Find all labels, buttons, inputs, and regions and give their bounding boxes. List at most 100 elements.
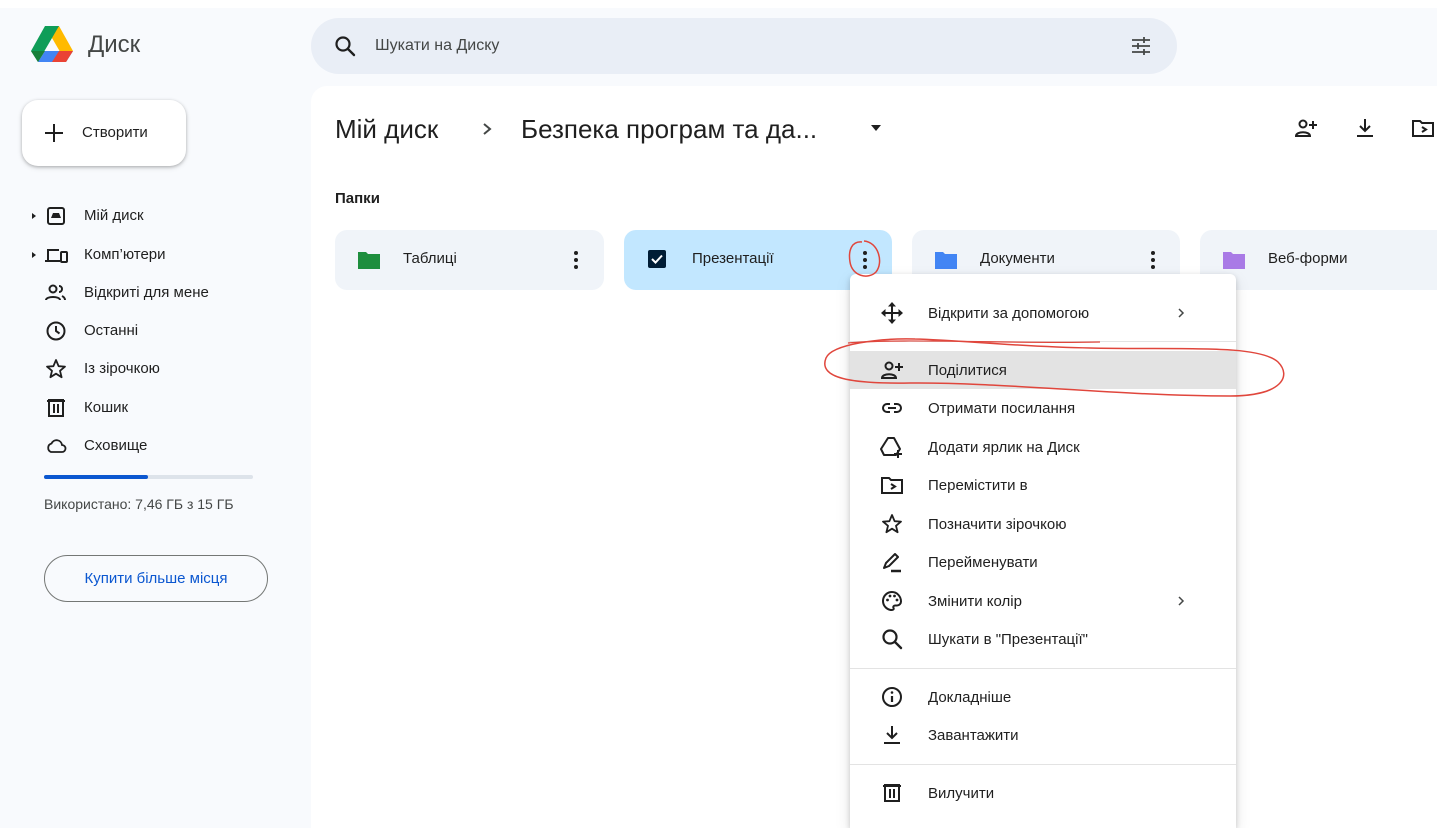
menu-item-label: Завантажити xyxy=(928,727,1019,744)
menu-divider xyxy=(850,341,1236,342)
drive-logo-icon[interactable] xyxy=(30,24,74,64)
more-vert-icon[interactable] xyxy=(564,248,588,272)
cloud-icon xyxy=(47,439,67,453)
folder-name: Документи xyxy=(980,250,1055,267)
context-menu: Відкрити за допомогою Поділитися Отримат… xyxy=(850,274,1236,828)
sidebar-item-shared[interactable]: Відкриті для мене xyxy=(30,277,290,309)
menu-item-label: Додати ярлик на Диск xyxy=(928,439,1080,456)
share-icon xyxy=(880,361,903,379)
more-vert-icon[interactable] xyxy=(853,248,877,272)
menu-item-open-with[interactable]: Відкрити за допомогою xyxy=(850,294,1236,332)
chevron-right-icon xyxy=(1178,596,1185,606)
sidebar-item-starred[interactable]: Із зірочкою xyxy=(30,353,290,385)
info-icon xyxy=(882,687,902,707)
menu-item-label: Перемістити в xyxy=(928,477,1028,494)
app-title: Диск xyxy=(88,31,141,58)
storage-bar-fill xyxy=(44,475,148,479)
breadcrumb-current[interactable]: Безпека програм та да... xyxy=(521,114,817,145)
sidebar-item-my-drive[interactable]: Мій диск xyxy=(30,200,290,232)
menu-item-change-color[interactable]: Змінити колір xyxy=(850,582,1236,620)
check-icon xyxy=(651,254,663,264)
search-icon[interactable] xyxy=(333,34,357,58)
sidebar-item-label: Останні xyxy=(84,322,139,339)
menu-item-download[interactable]: Завантажити xyxy=(850,716,1236,754)
sidebar-item-label: Із зірочкою xyxy=(84,360,160,377)
sidebar-item-label: Сховище xyxy=(84,437,148,454)
folder-icon xyxy=(1223,252,1245,269)
more-vert-icon[interactable] xyxy=(1141,248,1165,272)
move-icon[interactable] xyxy=(1411,116,1435,140)
menu-item-label: Отримати посилання xyxy=(928,400,1076,417)
expand-caret-icon[interactable] xyxy=(30,210,38,222)
trash-icon xyxy=(47,399,65,417)
star-icon xyxy=(46,359,66,379)
menu-divider xyxy=(850,764,1236,765)
sidebar-item-label: Кошик xyxy=(84,399,129,416)
menu-item-label: Позначити зірочкою xyxy=(928,516,1067,533)
tune-icon[interactable] xyxy=(1129,34,1153,58)
clock-icon xyxy=(46,321,66,341)
menu-item-label: Відкрити за допомогою xyxy=(928,305,1090,322)
menu-item-label: Перейменувати xyxy=(928,554,1038,571)
sidebar-item-label: Мій диск xyxy=(84,207,144,224)
move-icon xyxy=(881,477,903,494)
share-icon[interactable] xyxy=(1294,116,1318,140)
menu-item-share[interactable]: Поділитися xyxy=(850,351,1236,389)
menu-item-label: Докладніше xyxy=(928,689,1012,706)
folder-icon xyxy=(935,252,957,269)
create-button[interactable]: Створити xyxy=(22,100,186,166)
menu-item-move-to[interactable]: Перемістити в xyxy=(850,466,1236,504)
link-icon xyxy=(882,403,902,413)
storage-text: Використано: 7,46 ГБ з 15 ГБ xyxy=(44,496,234,512)
plus-icon xyxy=(45,124,63,142)
folder-card[interactable]: Таблиці xyxy=(335,230,604,290)
rename-icon xyxy=(883,553,901,573)
open-with-icon xyxy=(881,302,903,324)
create-button-label: Створити xyxy=(82,124,148,141)
menu-item-remove[interactable]: Вилучити xyxy=(850,774,1236,812)
sidebar-item-storage[interactable]: Сховище xyxy=(30,430,290,462)
shared-icon xyxy=(45,284,66,301)
chevron-right-icon xyxy=(483,123,492,135)
palette-icon xyxy=(882,590,903,612)
storage-bar xyxy=(44,475,253,479)
menu-item-star[interactable]: Позначити зірочкою xyxy=(850,505,1236,543)
folder-icon xyxy=(358,252,380,269)
download-icon[interactable] xyxy=(1353,116,1377,140)
buy-storage-button[interactable]: Купити більше місця xyxy=(44,555,268,602)
my-drive-icon xyxy=(47,207,65,225)
folder-name: Веб-форми xyxy=(1268,250,1348,267)
search-input[interactable]: Шукати на Диску xyxy=(375,37,499,55)
menu-item-get-link[interactable]: Отримати посилання xyxy=(850,389,1236,427)
sidebar-item-recent[interactable]: Останні xyxy=(30,315,290,347)
expand-caret-icon[interactable] xyxy=(30,249,38,261)
checkbox-checked[interactable] xyxy=(648,250,666,268)
folders-section-title: Папки xyxy=(335,190,380,207)
sidebar-item-computers[interactable]: Комп’ютери xyxy=(30,239,290,271)
folder-name: Таблиці xyxy=(403,250,457,267)
sidebar-item-trash[interactable]: Кошик xyxy=(30,392,290,424)
star-icon xyxy=(882,514,902,534)
chevron-right-icon xyxy=(1178,308,1185,318)
folder-name: Презентації xyxy=(692,250,774,267)
search-bar[interactable]: Шукати на Диску xyxy=(311,18,1177,74)
menu-item-details[interactable]: Докладніше xyxy=(850,678,1236,716)
computers-icon xyxy=(45,249,68,263)
menu-item-label: Вилучити xyxy=(928,785,995,802)
buy-storage-label: Купити більше місця xyxy=(84,570,228,587)
top-strip xyxy=(0,0,1437,8)
sidebar-item-label: Відкриті для мене xyxy=(84,284,209,301)
menu-item-search-in[interactable]: Шукати в "Презентації" xyxy=(850,620,1236,658)
menu-item-label: Поділитися xyxy=(928,362,1007,379)
menu-item-rename[interactable]: Перейменувати xyxy=(850,543,1236,581)
trash-icon xyxy=(883,784,901,802)
chevron-down-icon[interactable] xyxy=(868,121,884,135)
download-icon xyxy=(884,726,900,744)
add-shortcut-icon xyxy=(880,437,902,458)
sidebar-item-label: Комп’ютери xyxy=(84,246,166,263)
menu-divider xyxy=(850,668,1236,669)
menu-item-label: Шукати в "Презентації" xyxy=(928,631,1088,648)
breadcrumb-root[interactable]: Мій диск xyxy=(335,114,438,145)
menu-item-label: Змінити колір xyxy=(928,593,1022,610)
menu-item-add-shortcut[interactable]: Додати ярлик на Диск xyxy=(850,428,1236,466)
